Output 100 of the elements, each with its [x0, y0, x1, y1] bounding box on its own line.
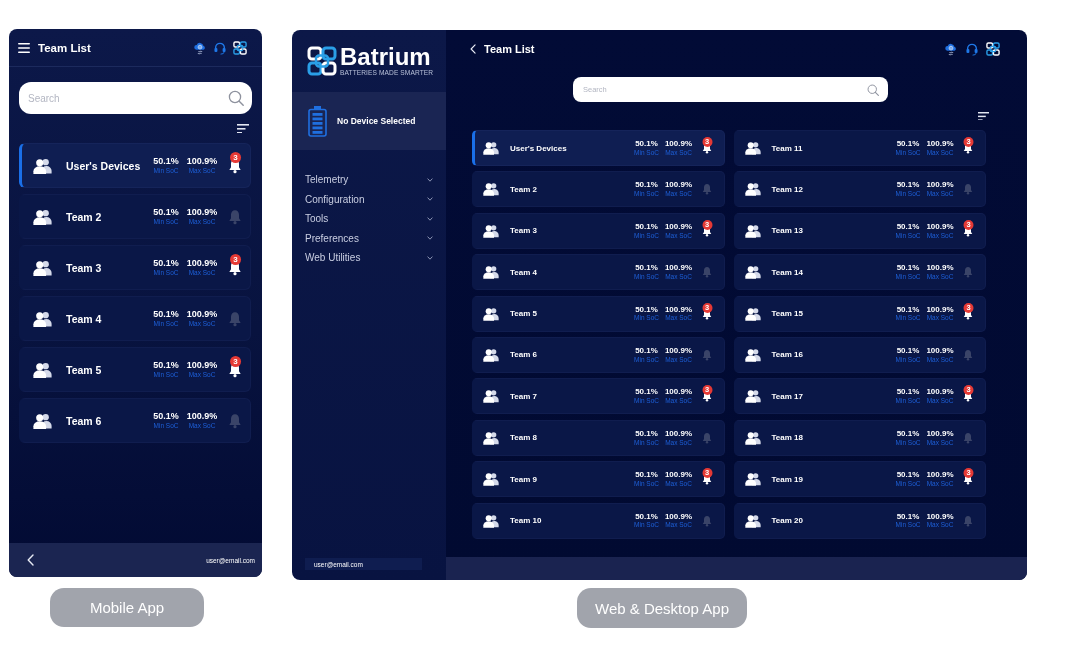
search-icon — [867, 83, 879, 96]
team-name: Team 20 — [771, 516, 804, 525]
chevron-left-icon[interactable] — [27, 554, 34, 566]
team-name: Team 14 — [771, 267, 804, 277]
max-soc-value: 100.9% — [186, 361, 218, 371]
team-name: Team 17 — [771, 391, 804, 401]
max-soc-value: 100.9% — [664, 181, 693, 191]
users-icon — [483, 265, 499, 280]
users-icon — [483, 182, 499, 197]
menu-item[interactable]: Preferences — [292, 228, 446, 248]
min-soc-value: 50.1% — [153, 208, 179, 218]
max-soc-value: 100.9% — [664, 471, 693, 480]
users-icon — [483, 141, 499, 155]
team-name: Team 5 — [510, 309, 538, 319]
team-name: User's Devices — [66, 159, 142, 172]
team-name: Team 6 — [66, 414, 103, 427]
chevron-down-icon — [427, 255, 433, 260]
team-name: Team 5 — [66, 363, 103, 376]
menu-icon[interactable] — [18, 42, 30, 53]
users-icon — [33, 157, 52, 174]
users-icon — [33, 208, 52, 225]
min-soc-value: 50.1% — [635, 512, 658, 522]
users-icon — [744, 265, 761, 280]
team-name: Team 4 — [66, 312, 103, 325]
team-name: Team 3 — [510, 226, 538, 236]
caption-label: Mobile App — [50, 588, 204, 627]
logo-icon[interactable] — [986, 42, 1000, 56]
min-soc-value: 50.1% — [635, 347, 658, 356]
sort-icon[interactable] — [237, 123, 249, 134]
max-soc-value: 100.9% — [926, 512, 954, 522]
max-soc-value: 100.9% — [926, 181, 954, 191]
users-icon — [483, 389, 499, 404]
max-soc-value: 100.9% — [926, 305, 954, 315]
users-icon — [744, 182, 761, 197]
users-icon — [33, 310, 52, 327]
max-soc-value: 100.9% — [186, 208, 218, 218]
users-icon — [744, 306, 761, 321]
logo-icon[interactable] — [233, 40, 247, 55]
battery-icon — [308, 105, 327, 137]
min-soc-value: 50.1% — [896, 222, 920, 232]
min-soc-value: 50.1% — [896, 429, 920, 439]
team-name: Team 2 — [66, 210, 103, 223]
users-icon — [744, 141, 761, 155]
menu-item[interactable]: Telemetry — [292, 170, 446, 190]
search-field[interactable]: Search — [19, 82, 252, 114]
cloud-icon[interactable] — [944, 42, 958, 56]
min-soc-value: 50.1% — [635, 222, 658, 232]
min-soc-value: 50.1% — [635, 181, 658, 191]
team-name: Team 10 — [510, 516, 543, 525]
users-icon — [483, 306, 499, 321]
menu-item[interactable]: Configuration — [292, 189, 446, 209]
max-soc-value: 100.9% — [664, 305, 693, 315]
headset-icon[interactable] — [213, 40, 227, 55]
logo-icon — [307, 46, 337, 76]
chevron-left-icon[interactable] — [470, 44, 476, 54]
headset-icon[interactable] — [965, 42, 979, 56]
team-name: Team 7 — [510, 391, 538, 401]
users-icon — [744, 223, 761, 238]
users-icon — [483, 223, 499, 238]
max-soc-value: 100.9% — [926, 471, 954, 480]
min-soc-value: 50.1% — [635, 305, 658, 315]
sort-icon[interactable] — [978, 111, 989, 121]
max-soc-value: 100.9% — [926, 140, 954, 149]
chevron-down-icon — [427, 236, 433, 241]
min-soc-value: 50.1% — [896, 305, 920, 315]
team-name: Team 6 — [510, 350, 538, 360]
team-name: Team 13 — [771, 226, 804, 236]
max-soc-value: 100.9% — [186, 259, 218, 269]
team-name: Team 18 — [771, 433, 804, 443]
device-status: No Device Selected — [337, 116, 416, 126]
max-soc-value: 100.9% — [664, 388, 693, 398]
max-soc-value: 100.9% — [926, 264, 954, 273]
alert-count-badge: 3 — [230, 253, 242, 265]
team-name: Team 11 — [771, 143, 804, 153]
screen-title: Team List — [484, 43, 536, 55]
screen-title: Team List — [38, 41, 92, 54]
menu-item[interactable]: Web Utilities — [292, 248, 446, 268]
chevron-down-icon — [427, 216, 433, 221]
max-soc-value: 100.9% — [926, 222, 954, 232]
team-name: Team 9 — [510, 474, 538, 484]
cloud-icon[interactable] — [193, 40, 207, 55]
max-soc-value: 100.9% — [664, 429, 693, 439]
users-icon — [483, 430, 499, 445]
chevron-down-icon — [427, 177, 433, 182]
max-soc-value: 100.9% — [664, 347, 693, 356]
min-soc-value: 50.1% — [896, 140, 920, 149]
min-soc-value: 50.1% — [635, 429, 658, 439]
team-name: Team 16 — [771, 350, 804, 360]
menu-item[interactable]: Tools — [292, 209, 446, 229]
min-soc-value: 50.1% — [153, 310, 179, 320]
min-soc-value: 50.1% — [153, 412, 179, 422]
users-icon — [744, 513, 761, 528]
min-soc-value: 50.1% — [153, 361, 179, 371]
max-soc-value: 100.9% — [926, 388, 954, 398]
min-soc-value: 50.1% — [635, 264, 658, 273]
max-soc-value: 100.9% — [664, 264, 693, 273]
users-icon — [483, 472, 499, 487]
max-soc-value: 100.9% — [186, 310, 218, 320]
users-icon — [483, 513, 499, 528]
min-soc-value: 50.1% — [896, 388, 920, 398]
